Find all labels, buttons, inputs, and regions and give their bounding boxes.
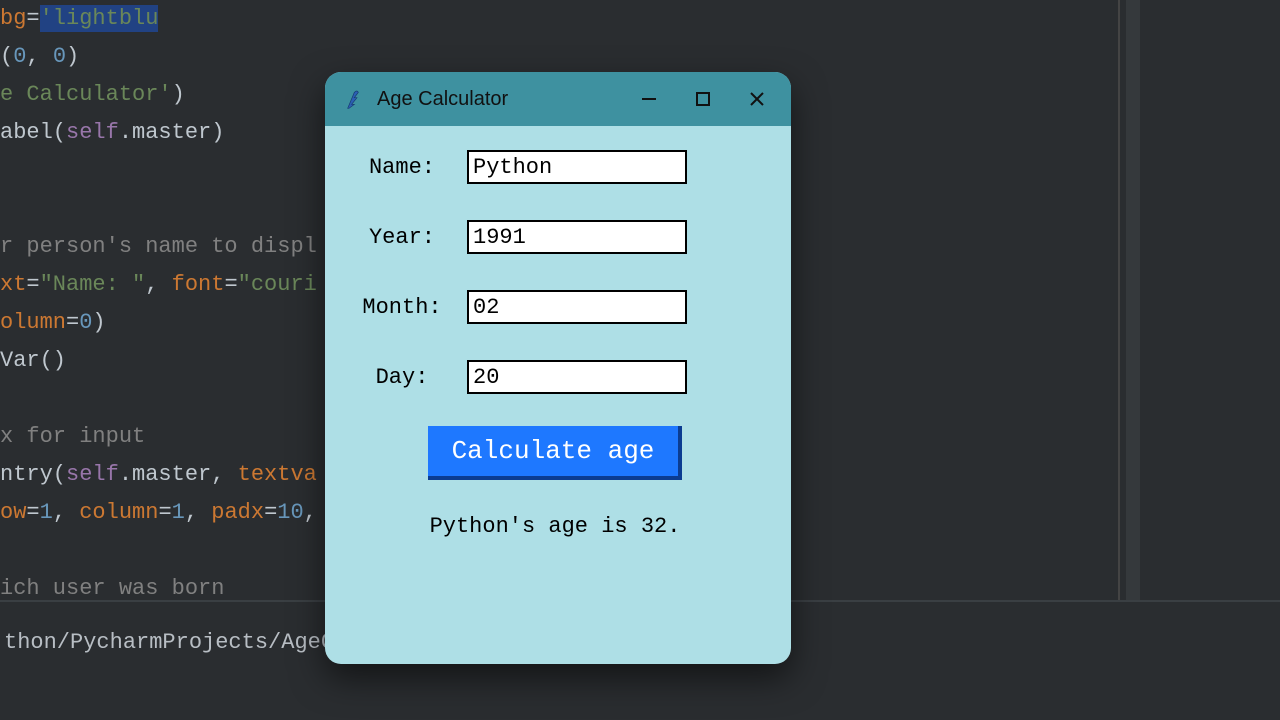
code-line: (0, 0) (0, 38, 1118, 76)
year-input[interactable] (467, 220, 687, 254)
maximize-button[interactable] (683, 79, 723, 119)
window-titlebar[interactable]: Age Calculator (325, 72, 791, 126)
form-row-month: Month: (337, 290, 773, 324)
form-row-name: Name: (337, 150, 773, 184)
window-body: Name: Year: Month: Day: Calculate age Py… (325, 126, 791, 539)
year-label: Year: (337, 225, 467, 250)
name-input[interactable] (467, 150, 687, 184)
result-text: Python's age is 32. (337, 514, 773, 539)
calculate-age-button[interactable]: Calculate age (428, 426, 683, 480)
minimize-button[interactable] (629, 79, 669, 119)
window-title: Age Calculator (377, 88, 615, 111)
tk-feather-icon (343, 86, 363, 112)
close-button[interactable] (737, 79, 777, 119)
month-label: Month: (337, 295, 467, 320)
ide-scrollbar[interactable] (1126, 0, 1140, 600)
month-input[interactable] (467, 290, 687, 324)
form-row-year: Year: (337, 220, 773, 254)
name-label: Name: (337, 155, 467, 180)
day-label: Day: (337, 365, 467, 390)
form-row-day: Day: (337, 360, 773, 394)
age-calculator-window: Age Calculator Name: Year: Month: (325, 72, 791, 664)
button-row: Calculate age (337, 426, 773, 480)
day-input[interactable] (467, 360, 687, 394)
code-line: bg='lightblu (0, 0, 1118, 38)
